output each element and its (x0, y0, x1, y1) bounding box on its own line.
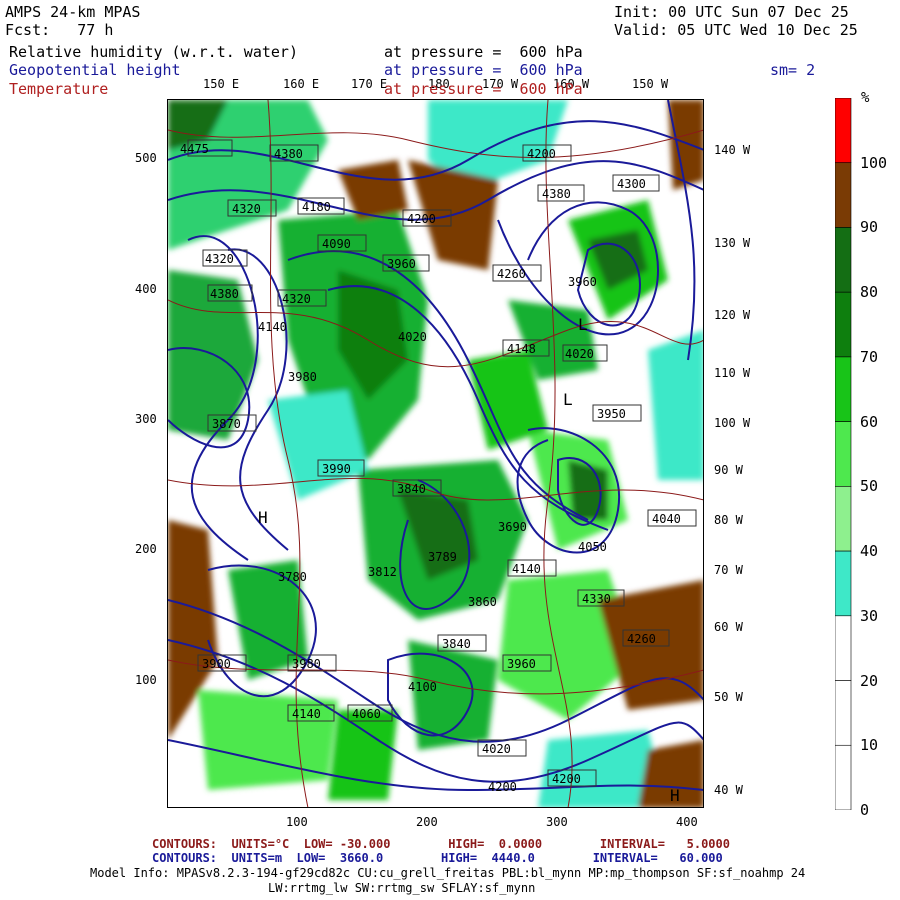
legend-level-label: 100 (860, 153, 888, 172)
legend-level-label: 90 (860, 218, 879, 237)
legend-band (835, 744, 852, 810)
lon-label-right: 110 W (714, 366, 751, 380)
init-time: Init: 00 UTC Sun 07 Dec 25 (614, 3, 849, 21)
legend-band (835, 291, 852, 358)
lon-label-top: 150 W (632, 77, 669, 91)
field-temp-name: Temperature (9, 80, 109, 98)
field-rh-name: Relative humidity (w.r.t. water) (9, 43, 298, 61)
legend-level-label: 80 (860, 283, 879, 302)
temperature-contour-info: CONTOURS: UNITS=°C LOW= -30.000 HIGH= 0.… (152, 837, 730, 851)
legend-level-label: 0 (860, 801, 870, 819)
lon-label-right: 40 W (714, 783, 743, 797)
legend-band (835, 162, 852, 228)
legend-level-label: 50 (860, 477, 879, 496)
legend-level-label: 30 (860, 606, 879, 625)
model-info-line2: LW:rrtmg_lw SW:rrtmg_sw SFLAY:sf_mynn (268, 881, 536, 895)
forecast-hour: Fcst: 77 h (5, 21, 114, 39)
rh-color-legend (835, 98, 852, 810)
lon-label-top: 170 E (351, 77, 388, 91)
field-temp-level: at pressure = 600 hPa (384, 80, 583, 98)
x-tick-label: 100 (286, 815, 308, 829)
legend-level-label: 40 (860, 542, 879, 561)
model-title: AMPS 24-km MPAS (5, 3, 141, 21)
lon-label-right: 90 W (714, 463, 743, 477)
legend-band (835, 486, 852, 552)
legend-band (835, 550, 852, 617)
y-tick-label: 200 (135, 542, 157, 556)
field-rh-level: at pressure = 600 hPa (384, 43, 583, 61)
legend-level-label: 20 (860, 671, 879, 690)
lon-label-right: 100 W (714, 416, 751, 430)
lon-label-right: 120 W (714, 308, 751, 322)
legend-unit: % (861, 90, 870, 106)
legend-band (835, 98, 852, 164)
lon-label-top: 150 E (203, 77, 240, 91)
smoothing-label: sm= 2 (770, 61, 816, 79)
legend-band (835, 227, 852, 293)
map-frame (167, 99, 704, 808)
lon-label-right: 140 W (714, 143, 751, 157)
x-tick-label: 300 (546, 815, 568, 829)
y-tick-label: 400 (135, 282, 157, 296)
field-height-name: Geopotential height (9, 61, 181, 79)
y-tick-label: 500 (135, 151, 157, 165)
lon-label-right: 60 W (714, 620, 743, 634)
legend-band (835, 421, 852, 487)
legend-band (835, 356, 852, 422)
model-info-line1: Model Info: MPASv8.2.3-194-gf29cd82c CU:… (90, 866, 806, 880)
legend-band (835, 615, 852, 681)
lon-label-right: 130 W (714, 236, 751, 250)
lon-label-right: 70 W (714, 563, 743, 577)
legend-level-label: 60 (860, 412, 879, 431)
y-tick-label: 100 (135, 673, 157, 687)
lon-label-right: 80 W (714, 513, 743, 527)
y-tick-label: 300 (135, 412, 157, 426)
legend-level-label: 10 (860, 736, 879, 755)
legend-level-label: 70 (860, 347, 879, 366)
x-tick-label: 200 (416, 815, 438, 829)
lon-label-right: 50 W (714, 690, 743, 704)
lon-label-top: 160 E (283, 77, 320, 91)
legend-band (835, 680, 852, 746)
x-tick-label: 400 (676, 815, 698, 829)
height-contour-info: CONTOURS: UNITS=m LOW= 3660.0 HIGH= 4440… (152, 851, 723, 865)
valid-time: Valid: 05 UTC Wed 10 Dec 25 (614, 21, 858, 39)
